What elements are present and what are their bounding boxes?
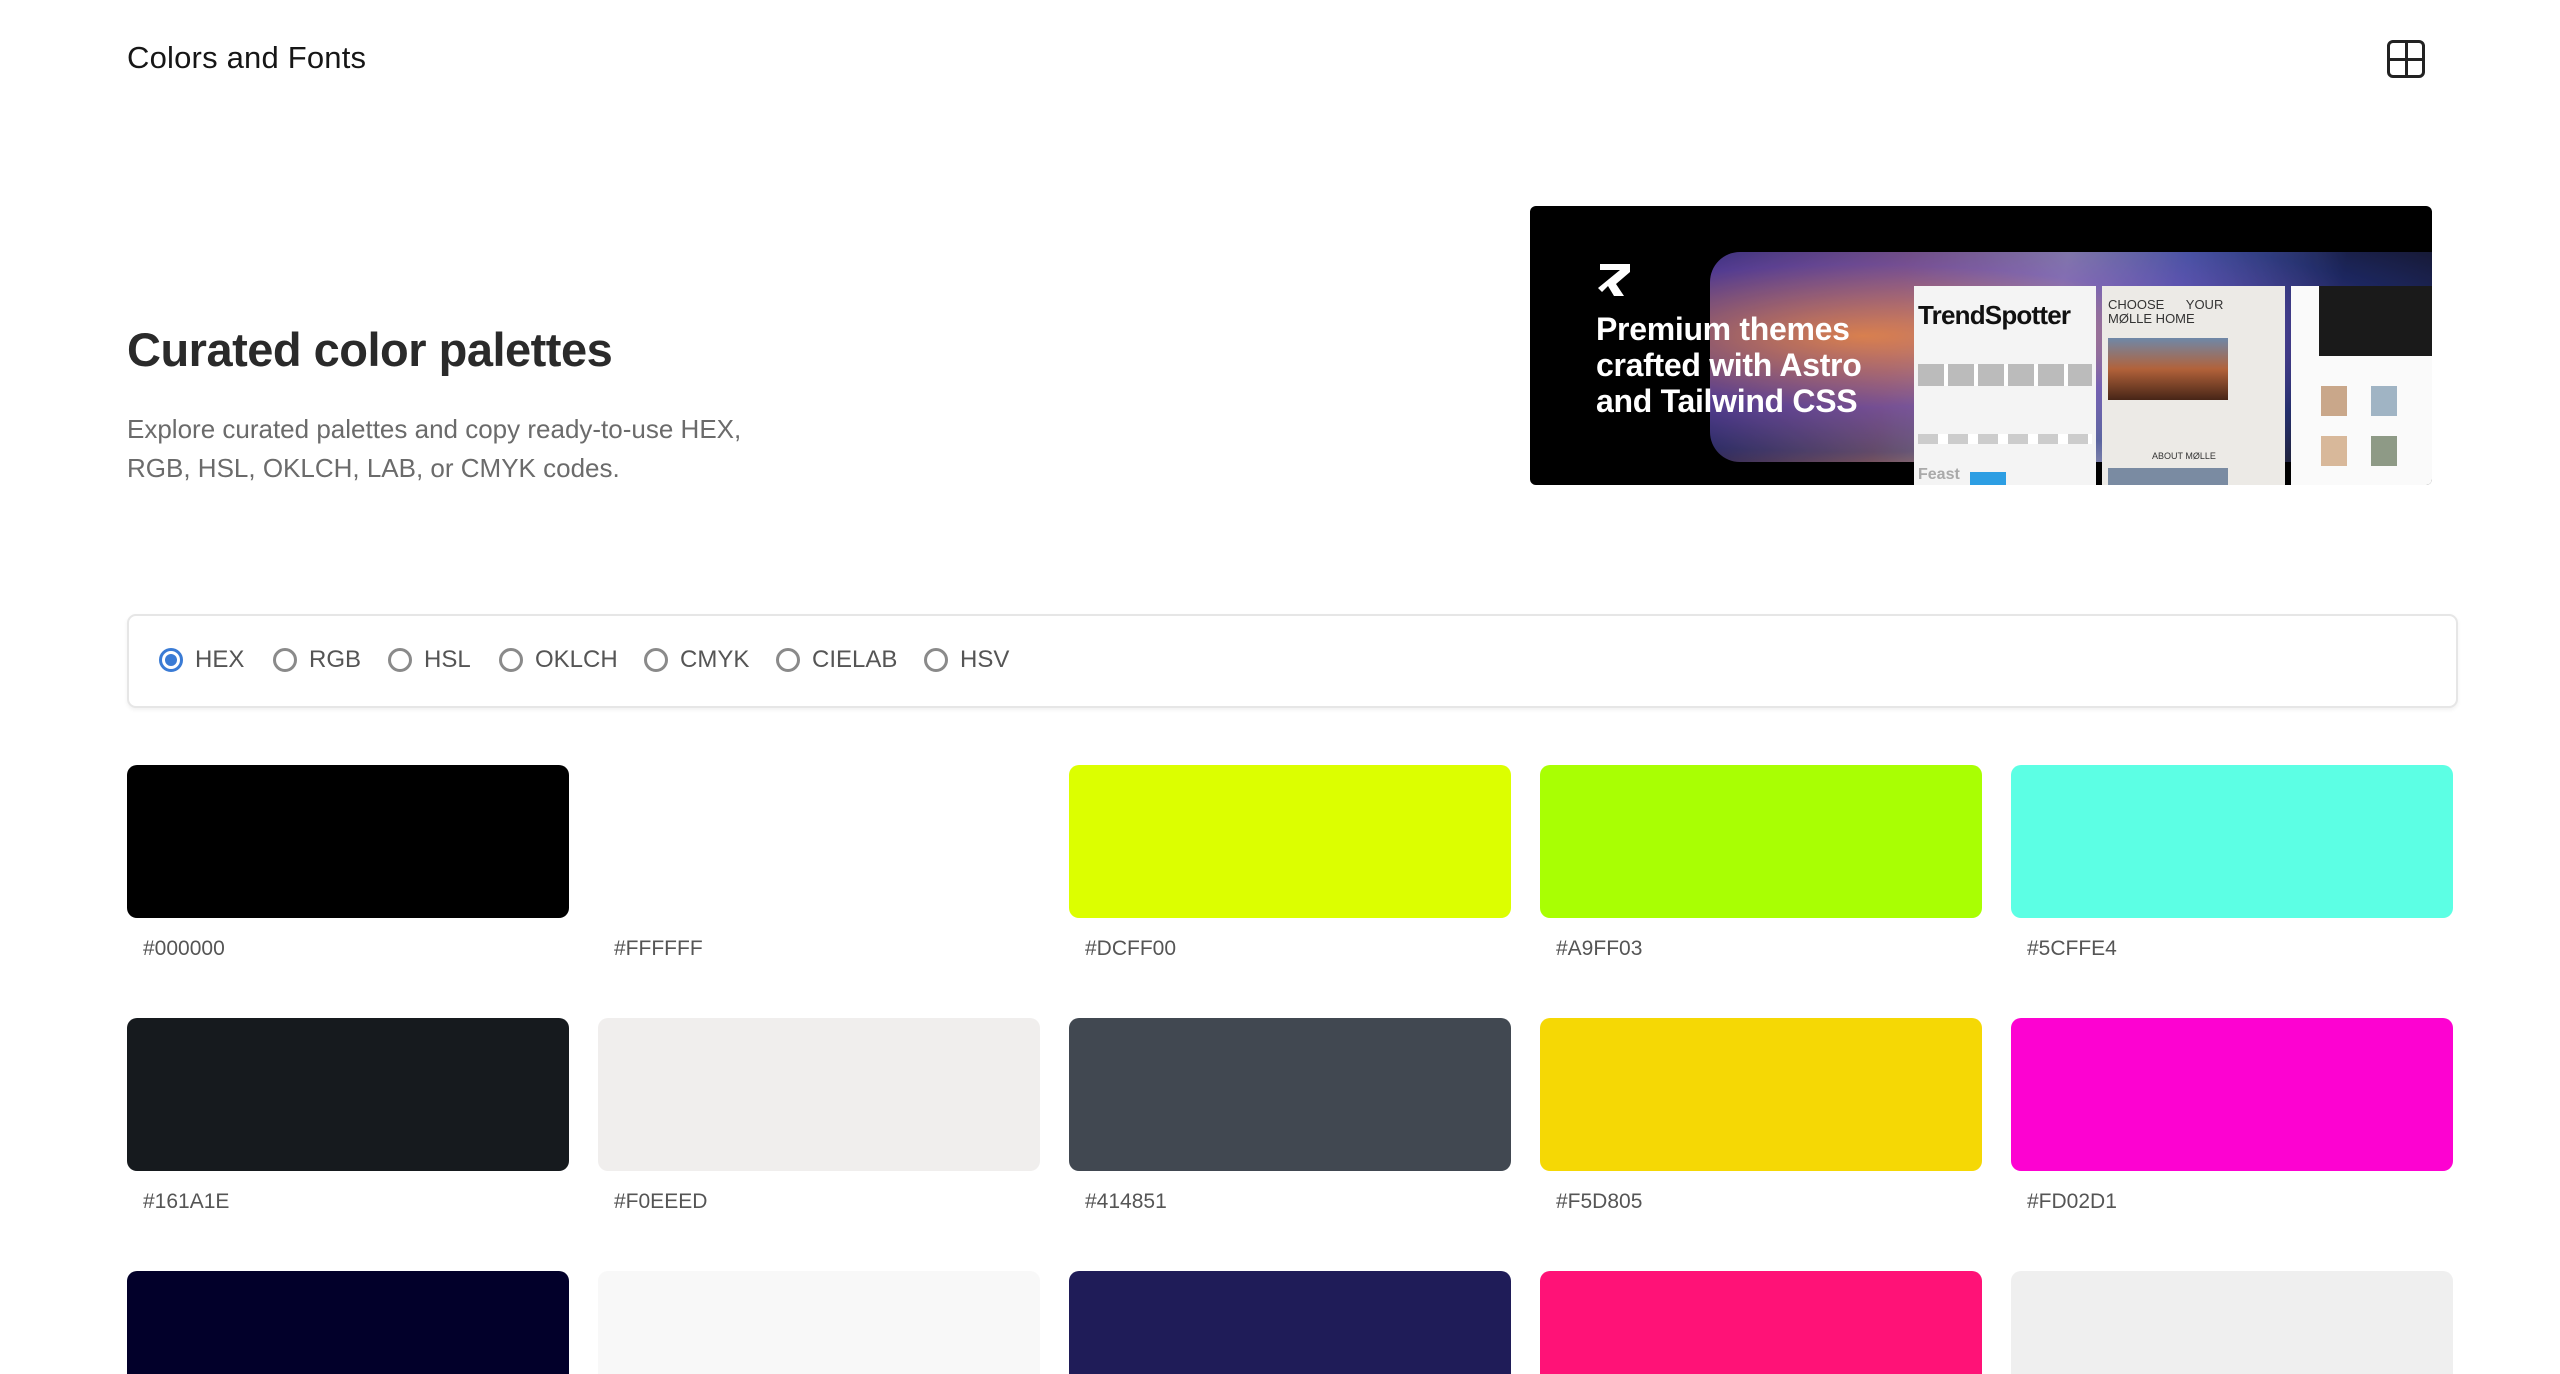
color-swatch[interactable] <box>127 765 569 918</box>
radio-button[interactable] <box>499 648 523 672</box>
theme-preview-photo <box>2319 286 2432 356</box>
theme-preview-title: TrendSpotter <box>1918 300 2071 330</box>
color-code[interactable]: #DCFF00 <box>1085 937 1176 961</box>
page-title: Curated color palettes <box>127 323 613 376</box>
color-swatch[interactable] <box>1540 1018 1982 1171</box>
color-swatch[interactable] <box>2011 1018 2453 1171</box>
color-swatch[interactable] <box>1540 765 1982 918</box>
color-swatch[interactable] <box>1069 1018 1511 1171</box>
radio-button[interactable] <box>388 648 412 672</box>
format-option-cielab[interactable]: CIELAB <box>776 646 897 674</box>
color-code[interactable]: #000000 <box>143 937 225 961</box>
format-option-oklch[interactable]: OKLCH <box>499 646 618 674</box>
theme-preview-portfolio <box>2291 286 2432 485</box>
promo-banner[interactable]: Premium themes crafted with Astro and Ta… <box>1530 206 2432 485</box>
theme-preview-thumbnail <box>2321 386 2347 416</box>
color-code[interactable]: #414851 <box>1085 1190 1167 1214</box>
color-code[interactable]: #F0EEED <box>614 1190 707 1214</box>
color-code[interactable]: #FD02D1 <box>2027 1190 2117 1214</box>
color-swatch[interactable] <box>1069 765 1511 918</box>
theme-preview-molle: CHOOSE YOUR MØLLE HOME ABOUT MØLLE <box>2102 286 2285 485</box>
color-code[interactable]: #5CFFE4 <box>2027 937 2117 961</box>
color-code[interactable]: #161A1E <box>143 1190 229 1214</box>
radio-button[interactable] <box>159 648 183 672</box>
color-format-selector: HEX RGB HSL OKLCH CMYK CIELAB HSV <box>127 614 2458 708</box>
theme-preview-thumbnails <box>1918 364 2092 386</box>
theme-preview-footer: Feast <box>1918 466 1960 483</box>
format-option-label: HSV <box>960 646 1010 673</box>
color-code[interactable]: #FFFFFF <box>614 937 703 961</box>
radio-button[interactable] <box>776 648 800 672</box>
format-option-hsv[interactable]: HSV <box>924 646 1009 674</box>
radio-button[interactable] <box>924 648 948 672</box>
theme-preview-list <box>1918 434 2092 444</box>
theme-preview-thumbnail <box>2371 386 2397 416</box>
color-code[interactable]: #F5D805 <box>1556 1190 1642 1214</box>
color-swatch[interactable] <box>127 1018 569 1171</box>
radio-button[interactable] <box>273 648 297 672</box>
format-option-label: OKLCH <box>535 646 618 673</box>
theme-preview-house-image <box>2108 338 2228 400</box>
format-option-label: HEX <box>195 646 245 673</box>
theme-preview-thumbnail <box>2321 436 2347 466</box>
theme-preview-image <box>1970 472 2006 485</box>
format-option-hex[interactable]: HEX <box>159 646 244 674</box>
format-option-label: CIELAB <box>812 646 898 673</box>
radio-button[interactable] <box>644 648 668 672</box>
format-option-label: RGB <box>309 646 362 673</box>
theme-preview-image <box>2108 468 2228 485</box>
color-swatch[interactable] <box>1540 1271 1982 1374</box>
format-option-label: HSL <box>424 646 471 673</box>
theme-preview-thumbnail <box>2371 436 2397 466</box>
banner-headline: Premium themes crafted with Astro and Ta… <box>1596 311 1862 419</box>
color-swatch[interactable] <box>598 1018 1040 1171</box>
format-option-hsl[interactable]: HSL <box>388 646 471 674</box>
color-swatch[interactable] <box>598 1271 1040 1374</box>
format-option-label: CMYK <box>680 646 750 673</box>
color-swatch[interactable] <box>127 1271 569 1374</box>
theme-preview-trendspotter: TrendSpotter Feast <box>1914 286 2096 485</box>
site-title[interactable]: Colors and Fonts <box>127 40 366 76</box>
page-description: Explore curated palettes and copy ready-… <box>127 414 742 483</box>
color-swatch[interactable] <box>2011 1271 2453 1374</box>
color-swatch[interactable] <box>598 765 1040 918</box>
format-option-cmyk[interactable]: CMYK <box>644 646 749 674</box>
format-option-rgb[interactable]: RGB <box>273 646 361 674</box>
arrow-up-right-logo-icon <box>1598 264 1630 296</box>
site-header: Colors and Fonts <box>127 36 2427 84</box>
color-swatch[interactable] <box>2011 765 2453 918</box>
theme-preview-heading: CHOOSE YOUR MØLLE HOME <box>2108 297 2224 326</box>
grid-layout-icon[interactable] <box>2387 40 2425 78</box>
color-swatch[interactable] <box>1069 1271 1511 1374</box>
theme-preview-caption: ABOUT MØLLE <box>2152 451 2216 461</box>
color-code[interactable]: #A9FF03 <box>1556 937 1642 961</box>
